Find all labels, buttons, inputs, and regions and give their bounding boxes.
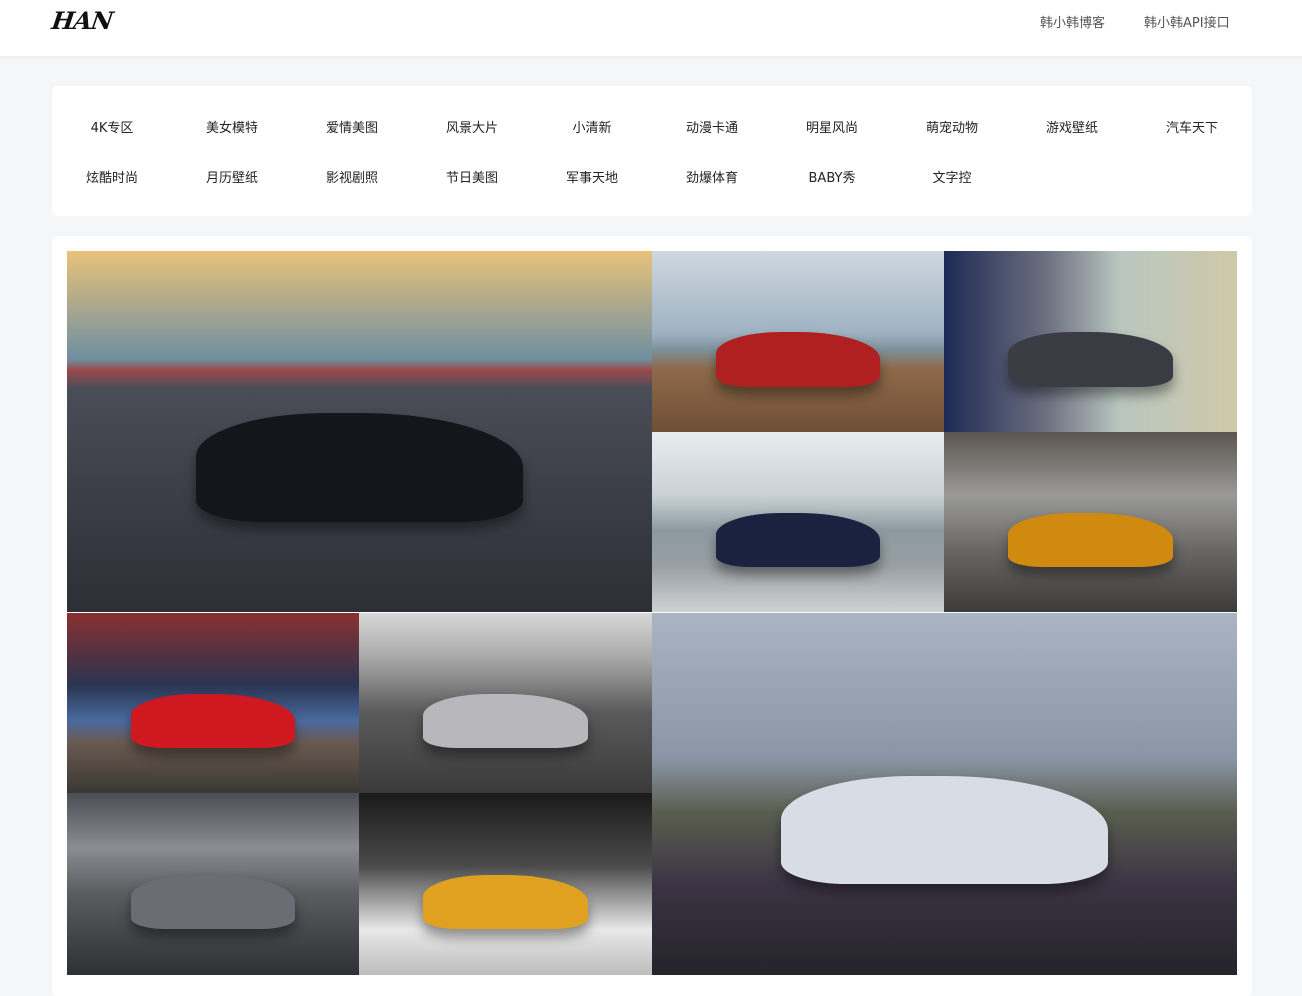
category-item[interactable]: 爱情美图 xyxy=(292,117,412,136)
category-item[interactable]: 影视剧照 xyxy=(292,167,412,186)
car-shape xyxy=(1008,332,1173,387)
car-shape xyxy=(716,513,880,567)
car-shape xyxy=(131,874,295,930)
car-shape xyxy=(1008,513,1173,567)
category-item[interactable]: 游戏壁纸 xyxy=(1012,117,1132,136)
category-item[interactable]: 美女模特 xyxy=(172,117,292,136)
gallery-image-white-mustang-flowers[interactable] xyxy=(652,613,1237,975)
category-panel: 4K专区 美女模特 爱情美图 风景大片 小清新 动漫卡通 明星风尚 萌宠动物 游戏壁纸 汽车天下炫… xyxy=(52,86,1252,216)
category-item[interactable]: 小清新 xyxy=(532,117,652,136)
category-item[interactable]: 劲爆体育 xyxy=(652,167,772,186)
car-shape xyxy=(131,694,295,748)
car-shape xyxy=(780,775,1109,885)
gallery-image-f1-car-harbor[interactable] xyxy=(652,432,944,612)
category-item[interactable]: 动漫卡通 xyxy=(652,117,772,136)
nav-api-link[interactable]: 韩小韩API接口 xyxy=(1144,12,1230,31)
category-item[interactable]: 汽车天下 xyxy=(1132,117,1252,136)
gallery-image-red-car-planet[interactable] xyxy=(67,613,359,793)
car-shape xyxy=(423,694,588,748)
category-item[interactable]: 月历壁纸 xyxy=(172,167,292,186)
car-shape xyxy=(195,413,524,522)
car-shape xyxy=(716,332,880,387)
category-item[interactable]: 萌宠动物 xyxy=(892,117,1012,136)
gallery-image-silver-supercar-hangar[interactable] xyxy=(359,613,652,793)
category-item[interactable]: 4K专区 xyxy=(52,117,172,136)
category-item[interactable]: BABY秀 xyxy=(772,167,892,186)
gallery-image-grey-mclaren-track[interactable] xyxy=(67,793,359,975)
category-item[interactable]: 明星风尚 xyxy=(772,117,892,136)
site-logo[interactable]: HAN xyxy=(50,6,114,35)
gallery-image-yellow-mclaren-studio[interactable] xyxy=(359,793,652,975)
gallery-panel xyxy=(52,236,1252,996)
category-item[interactable]: 炫酷时尚 xyxy=(52,167,172,186)
top-header: HAN 韩小韩博客 韩小韩API接口 xyxy=(0,0,1302,56)
category-item[interactable]: 风景大片 xyxy=(412,117,532,136)
nav-blog-link[interactable]: 韩小韩博客 xyxy=(1040,12,1105,31)
gallery-image-black-sports-car-sunset[interactable] xyxy=(67,251,652,612)
gallery-image-wheel-closeup[interactable] xyxy=(944,251,1237,432)
car-shape xyxy=(423,874,588,930)
category-item[interactable]: 文字控 xyxy=(892,167,1012,186)
gallery-image-orange-mustang-underpass[interactable] xyxy=(944,432,1237,612)
category-item[interactable]: 军事天地 xyxy=(532,167,652,186)
gallery-image-beach-red-car[interactable] xyxy=(652,251,944,432)
category-item[interactable]: 节日美图 xyxy=(412,167,532,186)
